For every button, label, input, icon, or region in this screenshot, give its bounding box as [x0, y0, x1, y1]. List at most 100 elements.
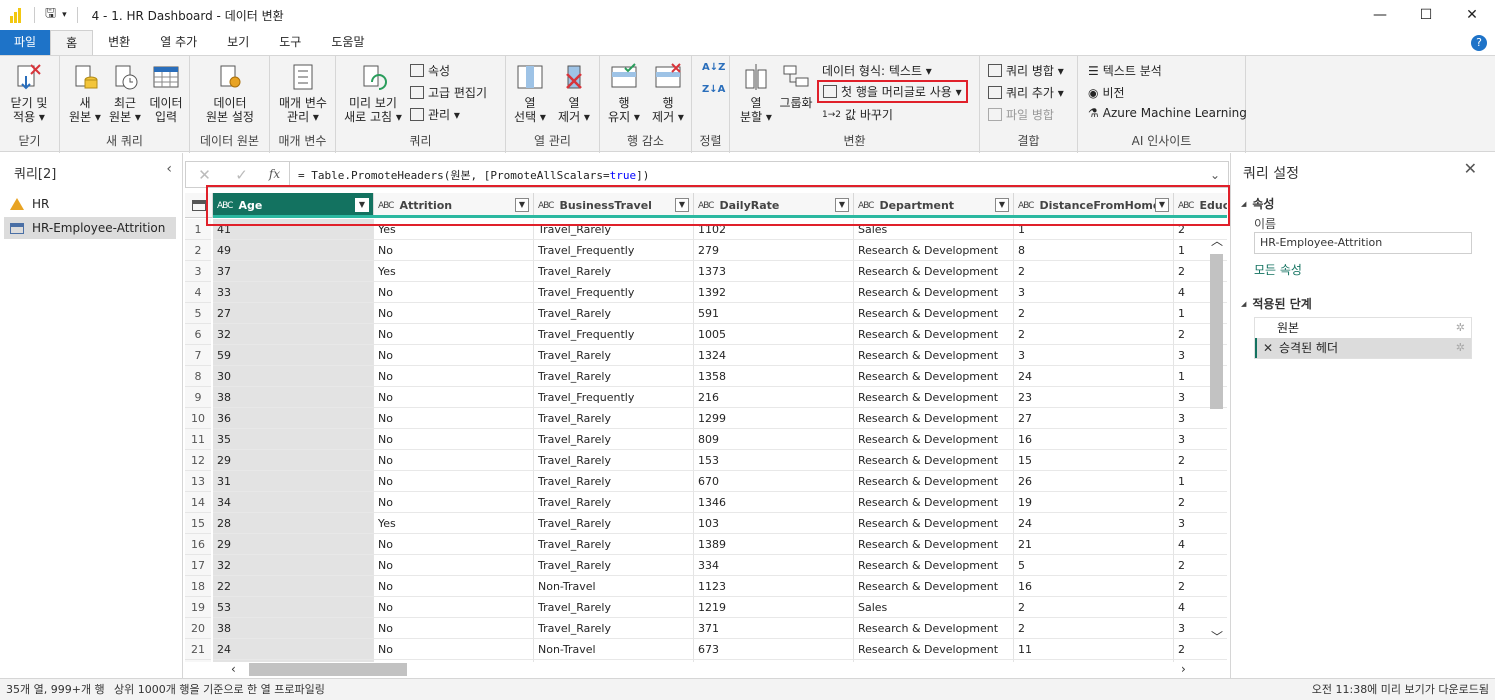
table-cell[interactable]: 27 — [1014, 408, 1174, 429]
combine-files-button[interactable]: 파일 병합 — [988, 106, 1054, 123]
table-cell[interactable]: Research & Development — [854, 366, 1014, 387]
row-number[interactable]: 3 — [185, 261, 211, 282]
horizontal-scrollbar[interactable]: ‹ › — [211, 662, 1211, 677]
table-cell[interactable]: No — [374, 534, 534, 555]
row-number[interactable]: 8 — [185, 366, 211, 387]
table-cell[interactable]: 27 — [213, 303, 374, 324]
table-cell[interactable]: 24 — [1014, 366, 1174, 387]
table-cell[interactable]: Travel_Rarely — [534, 597, 694, 618]
table-cell[interactable]: No — [374, 471, 534, 492]
scroll-right-chevron-icon[interactable]: › — [1181, 662, 1186, 676]
table-cell[interactable]: 16 — [1014, 576, 1174, 597]
table-cell[interactable]: Research & Development — [854, 534, 1014, 555]
help-icon[interactable]: ? — [1471, 35, 1487, 51]
table-cell[interactable]: No — [374, 345, 534, 366]
table-cell[interactable]: 1346 — [694, 492, 854, 513]
table-cell[interactable]: Travel_Rarely — [534, 366, 694, 387]
table-cell[interactable]: Research & Development — [854, 261, 1014, 282]
vision-button[interactable]: ◉ 비전 — [1088, 84, 1125, 101]
table-cell[interactable]: 32 — [213, 324, 374, 345]
table-cell[interactable]: Travel_Rarely — [534, 471, 694, 492]
query-item-hr[interactable]: HR — [4, 193, 176, 215]
row-number[interactable]: 22 — [185, 660, 211, 662]
table-cell[interactable]: Research & Development — [854, 471, 1014, 492]
row-number[interactable]: 15 — [185, 513, 211, 534]
table-cell[interactable]: 32 — [213, 555, 374, 576]
table-cell[interactable]: Research & Development — [854, 408, 1014, 429]
table-cell[interactable]: 1358 — [694, 366, 854, 387]
remove-columns-button[interactable]: 열 제거 ▾ — [554, 62, 594, 124]
step-source[interactable]: 원본 ✲ — [1255, 318, 1471, 338]
properties-button[interactable]: 속성 — [410, 62, 450, 79]
tab-help[interactable]: 도움말 — [316, 30, 379, 55]
replace-values-button[interactable]: 1→2 값 바꾸기 — [822, 106, 893, 123]
tab-view[interactable]: 보기 — [212, 30, 264, 55]
row-number[interactable]: 21 — [185, 639, 211, 660]
table-cell[interactable]: No — [374, 450, 534, 471]
tab-file[interactable]: 파일 — [0, 30, 51, 55]
table-cell[interactable]: 24 — [1014, 513, 1174, 534]
table-cell[interactable]: 103 — [694, 513, 854, 534]
table-cell[interactable]: Research & Development — [854, 555, 1014, 576]
close-settings-icon[interactable]: ✕ — [1464, 159, 1477, 178]
table-cell[interactable]: 1324 — [694, 345, 854, 366]
split-column-button[interactable]: 열 분할 ▾ — [734, 62, 778, 124]
table-cell[interactable]: 30 — [213, 366, 374, 387]
enter-data-button[interactable]: 데이터 입력 — [146, 62, 186, 124]
table-cell[interactable]: No — [374, 492, 534, 513]
table-cell[interactable]: Travel_Rarely — [534, 534, 694, 555]
expand-formula-chevron-icon[interactable]: ⌄ — [1202, 168, 1228, 182]
azure-ml-button[interactable]: ⚗ Azure Machine Learning — [1088, 106, 1247, 120]
table-cell[interactable]: 16 — [1014, 429, 1174, 450]
collapse-chevron-icon[interactable]: ‹ — [166, 161, 172, 177]
table-cell[interactable]: Travel_Rarely — [534, 429, 694, 450]
merge-queries-button[interactable]: 쿼리 병합 ▾ — [988, 62, 1064, 79]
sort-ascending-icon[interactable]: A↓Z — [702, 62, 725, 73]
table-cell[interactable]: 2 — [1014, 303, 1174, 324]
table-cell[interactable]: 1373 — [694, 261, 854, 282]
table-cell[interactable]: 26 — [1014, 471, 1174, 492]
table-cell[interactable]: Research & Development — [854, 387, 1014, 408]
table-cell[interactable]: No — [374, 282, 534, 303]
table-cell[interactable]: 29 — [213, 450, 374, 471]
table-cell[interactable]: 2 — [1014, 597, 1174, 618]
table-cell[interactable]: 49 — [213, 240, 374, 261]
table-cell[interactable]: No — [374, 618, 534, 639]
table-cell[interactable]: Research & Development — [854, 240, 1014, 261]
tab-tools[interactable]: 도구 — [264, 30, 316, 55]
table-cell[interactable]: Travel_Rarely — [534, 303, 694, 324]
row-number[interactable]: 16 — [185, 534, 211, 555]
vertical-scroll-thumb[interactable] — [1210, 254, 1223, 409]
table-cell[interactable]: 3 — [1014, 282, 1174, 303]
table-cell[interactable]: Non-Travel — [534, 576, 694, 597]
row-number[interactable]: 10 — [185, 408, 211, 429]
table-cell[interactable]: Yes — [374, 513, 534, 534]
table-cell[interactable]: No — [374, 240, 534, 261]
table-cell[interactable]: 21 — [1014, 534, 1174, 555]
table-cell[interactable]: Research & Development — [854, 429, 1014, 450]
text-analytics-button[interactable]: ☰ 텍스트 분석 — [1088, 62, 1162, 79]
refresh-preview-button[interactable]: 미리 보기 새로 고침 ▾ — [342, 62, 404, 124]
scroll-down-chevron-icon[interactable]: ﹀ — [1211, 628, 1223, 645]
maximize-button[interactable]: ☐ — [1403, 0, 1449, 30]
table-cell[interactable]: 36 — [213, 408, 374, 429]
table-cell[interactable]: No — [374, 324, 534, 345]
row-number[interactable]: 17 — [185, 555, 211, 576]
data-type-dropdown[interactable]: 데이터 형식: 텍스트 ▾ — [822, 62, 932, 79]
table-cell[interactable]: 22 — [213, 576, 374, 597]
vertical-scrollbar[interactable]: ︿ ﹀ — [1209, 232, 1224, 644]
table-cell[interactable]: 279 — [694, 240, 854, 261]
data-source-settings-button[interactable]: 데이터 원본 설정 — [196, 62, 264, 124]
table-cell[interactable]: No — [374, 366, 534, 387]
table-cell[interactable]: No — [374, 639, 534, 660]
manage-params-button[interactable]: 매개 변수 관리 ▾ — [273, 62, 333, 124]
group-by-button[interactable]: 그룹화 — [776, 62, 816, 110]
quick-access-dropdown-icon[interactable]: ▾ — [62, 10, 67, 20]
advanced-editor-button[interactable]: 고급 편집기 — [410, 84, 487, 101]
query-name-input[interactable]: HR-Employee-Attrition — [1254, 232, 1472, 254]
table-cell[interactable]: 673 — [694, 639, 854, 660]
table-cell[interactable]: 37 — [213, 261, 374, 282]
scroll-left-chevron-icon[interactable]: ‹ — [231, 662, 236, 676]
table-cell[interactable]: 53 — [213, 597, 374, 618]
row-number[interactable]: 5 — [185, 303, 211, 324]
